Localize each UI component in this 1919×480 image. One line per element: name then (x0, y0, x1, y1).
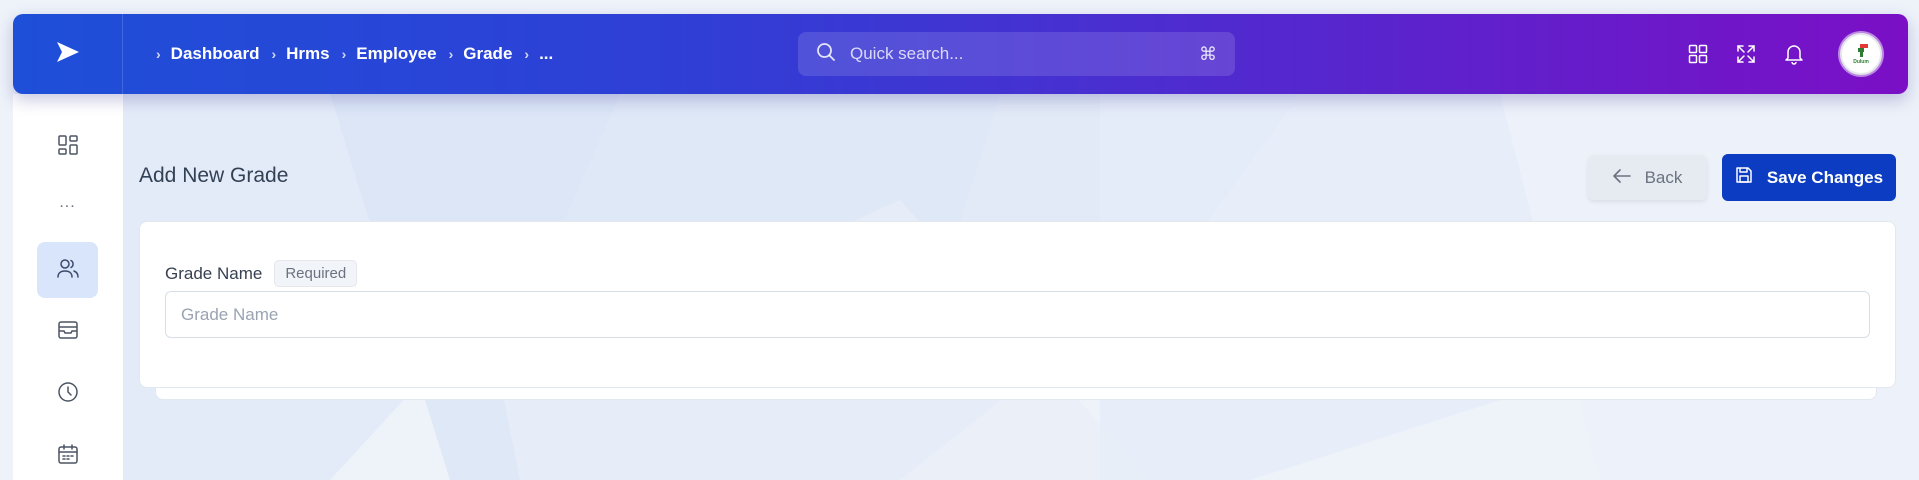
breadcrumb-item-grade[interactable]: › Grade (449, 44, 525, 64)
required-badge: Required (274, 260, 358, 287)
grade-name-label: Grade Name (165, 263, 263, 283)
bell-icon[interactable] (1770, 30, 1818, 78)
sidebar-item-employees[interactable] (37, 242, 98, 298)
send-arrow-icon (55, 41, 81, 68)
back-button[interactable]: Back (1588, 155, 1707, 200)
sidebar-item-dashboard[interactable] (37, 119, 98, 175)
sidebar-item-more[interactable]: ... (37, 188, 98, 218)
breadcrumb-label: Dashboard (170, 44, 260, 63)
sidebar-item-attendance[interactable] (37, 366, 98, 422)
save-button-label: Save Changes (1766, 167, 1884, 187)
search-placeholder: Quick search... (850, 44, 964, 63)
grade-form-card: Grade Name Required (139, 221, 1896, 388)
breadcrumb-label: Hrms (286, 44, 330, 63)
save-changes-button[interactable]: Save Changes (1722, 154, 1896, 201)
breadcrumb-item-dashboard[interactable]: › Dashboard (156, 44, 271, 64)
grade-name-input[interactable] (165, 291, 1870, 338)
chevron-right-icon: › (524, 46, 530, 62)
page-title: Add New Grade (139, 164, 289, 187)
top-navigation-bar: › Dashboard › Hrms › Employee › Grade › … (13, 14, 1908, 94)
chevron-right-icon: › (448, 46, 454, 62)
command-key-icon: ⌘ (1199, 43, 1217, 64)
clock-icon (57, 381, 79, 408)
breadcrumb-label: Grade (463, 44, 513, 63)
breadcrumb-item-employee[interactable]: › Employee (342, 44, 449, 64)
grade-name-label-row: Grade Name Required (165, 260, 358, 287)
save-disk-icon (1735, 166, 1753, 189)
chevron-right-icon: › (156, 46, 161, 62)
breadcrumb: › Dashboard › Hrms › Employee › Grade › … (156, 44, 565, 64)
avatar-brand-text: Dulum (1853, 59, 1869, 65)
sidebar: ... (13, 94, 123, 480)
sidebar-item-inbox[interactable] (37, 304, 98, 360)
dashboard-grid-icon (57, 134, 79, 161)
sidebar-item-calendar[interactable] (37, 428, 98, 480)
breadcrumb-item-more[interactable]: › ... (524, 44, 565, 64)
fullscreen-icon[interactable] (1722, 30, 1770, 78)
chevron-right-icon: › (271, 46, 277, 62)
users-icon (56, 257, 80, 284)
quick-search-box[interactable]: Quick search... ⌘ (798, 32, 1235, 76)
back-button-label: Back (1644, 167, 1683, 187)
chevron-right-icon: › (341, 46, 347, 62)
search-icon (816, 42, 836, 67)
calendar-icon (57, 443, 79, 470)
arrow-left-icon (1612, 168, 1631, 188)
breadcrumb-item-hrms[interactable]: › Hrms (271, 44, 341, 64)
breadcrumb-label: ... (539, 44, 554, 63)
inbox-icon (57, 319, 79, 346)
more-dots-icon: ... (59, 194, 76, 211)
app-logo[interactable] (13, 14, 123, 94)
apps-grid-icon[interactable] (1674, 30, 1722, 78)
breadcrumb-label: Employee (356, 44, 437, 63)
topbar-actions: Dulum (1674, 14, 1908, 94)
user-avatar[interactable]: Dulum (1840, 33, 1882, 75)
